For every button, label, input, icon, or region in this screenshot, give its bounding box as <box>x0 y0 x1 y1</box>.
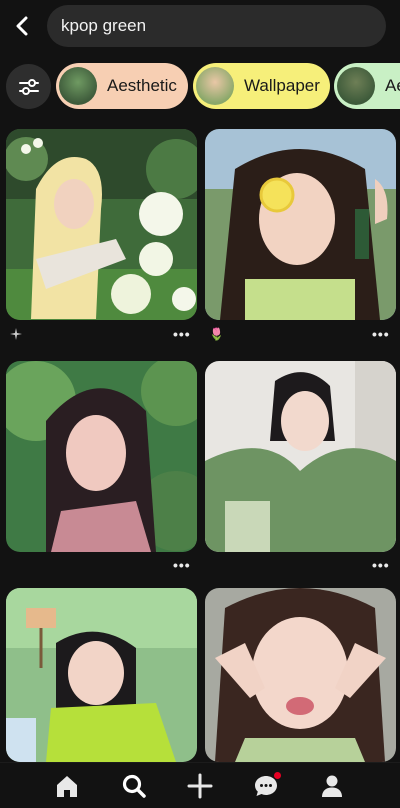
pin-photo <box>205 361 396 552</box>
pin-meta <box>10 324 195 344</box>
nav-home[interactable] <box>52 771 82 801</box>
nav-messages[interactable] <box>251 771 281 801</box>
search-icon <box>122 774 146 798</box>
pin-caption: 🌷 <box>209 327 224 341</box>
search-input[interactable]: kpop green <box>47 5 386 47</box>
plus-icon <box>187 773 213 799</box>
chip-thumbnail <box>59 67 97 105</box>
pin-photo <box>6 361 197 552</box>
chip-thumbnail <box>337 67 375 105</box>
back-arrow-icon <box>16 16 28 36</box>
pin-image[interactable] <box>6 361 197 552</box>
notification-dot <box>274 772 281 779</box>
sparkle-icon <box>10 328 22 340</box>
back-button[interactable] <box>8 10 36 42</box>
pin-more-button[interactable]: ••• <box>173 326 191 342</box>
chip-label: Ae <box>385 76 400 95</box>
chip-wallpaper[interactable]: Wallpaper <box>193 63 330 109</box>
suggestion-chips: Aesthetic Wallpaper Ae <box>0 62 400 110</box>
pin-image[interactable] <box>6 588 197 762</box>
pin-more-button[interactable]: ••• <box>372 557 390 573</box>
pin-photo <box>6 588 197 762</box>
pin-image[interactable] <box>205 588 396 762</box>
pin-photo <box>205 588 396 762</box>
nav-create[interactable] <box>185 771 215 801</box>
pin-image[interactable] <box>205 129 396 320</box>
profile-icon <box>322 775 342 797</box>
chip-label: Wallpaper <box>244 76 320 95</box>
pin-image[interactable] <box>205 361 396 552</box>
pin-meta: 🌷 <box>209 324 394 344</box>
bottom-nav <box>0 762 400 808</box>
nav-profile[interactable] <box>317 771 347 801</box>
pin-more-button[interactable]: ••• <box>372 326 390 342</box>
home-icon <box>57 776 77 797</box>
top-bar: kpop green <box>0 0 400 56</box>
chip-label: Aesthetic <box>107 76 177 95</box>
chip-aesthetic-2[interactable]: Ae <box>334 63 400 109</box>
search-query-text: kpop green <box>61 16 147 35</box>
pin-photo <box>205 129 396 320</box>
pin-image[interactable] <box>6 129 197 320</box>
pin-photo <box>6 129 197 320</box>
chip-aesthetic[interactable]: Aesthetic <box>56 63 188 109</box>
chip-thumbnail <box>196 67 234 105</box>
pin-more-button[interactable]: ••• <box>173 557 191 573</box>
filter-button[interactable] <box>6 64 51 109</box>
sliders-icon <box>18 78 39 95</box>
nav-search[interactable] <box>119 771 149 801</box>
